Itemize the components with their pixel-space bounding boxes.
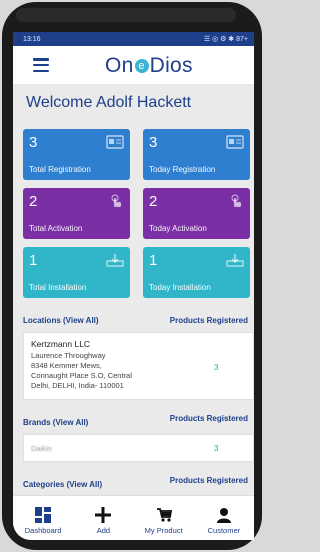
location-address-line: Delhi, DELHI, India- 110001 [31, 381, 124, 390]
brand-card[interactable]: Daikin 3 [23, 434, 254, 462]
user-icon [216, 508, 231, 523]
tab-my-product[interactable]: My Product [134, 496, 194, 540]
card-label: Total Activation [29, 224, 83, 233]
brands-products-registered-label: Products Registered [169, 414, 248, 423]
card-today-installation[interactable]: 1 Today Installation [143, 247, 250, 298]
location-card[interactable]: Kertzmann LLC Laurence Throughway 8348 K… [23, 332, 254, 400]
welcome-heading: Welcome Adolf Hackett [26, 94, 192, 111]
phone-frame: 13:16 ☰ ◎ ⚙ ✱ 87+ On e Dios Welcome Adolf … [2, 2, 262, 550]
card-value: 2 [149, 193, 158, 210]
tab-dashboard[interactable]: Dashboard [13, 496, 73, 540]
download-icon [226, 254, 244, 267]
location-address-line: 8348 Kemmer Mews, [31, 361, 102, 370]
tab-customer[interactable]: Customer [194, 496, 254, 540]
locations-view-all-link[interactable]: Locations (View All) [23, 316, 99, 325]
cart-icon [156, 508, 172, 522]
card-total-registration[interactable]: 3 Total Registration [23, 129, 130, 180]
status-time: 13:16 [23, 35, 41, 43]
tab-label: My Product [144, 526, 183, 535]
categories-view-all-link[interactable]: Categories (View All) [23, 480, 102, 489]
location-address-line: Laurence Throughway [31, 351, 106, 360]
card-value: 1 [29, 252, 38, 269]
tap-icon [231, 194, 241, 207]
card-value: 2 [29, 193, 38, 210]
locations-products-registered-label: Products Registered [169, 316, 248, 325]
card-label: Today Registration [149, 165, 216, 174]
app-header: On e Dios [13, 46, 254, 85]
card-total-installation[interactable]: 1 Total Installation [23, 247, 130, 298]
dashboard-icon [35, 507, 52, 523]
tap-icon [111, 194, 121, 207]
card-value: 1 [149, 252, 158, 269]
brands-view-all-link[interactable]: Brands (View All) [23, 418, 88, 427]
tab-label: Customer [207, 526, 241, 535]
card-label: Today Installation [149, 283, 211, 292]
card-total-activation[interactable]: 2 Total Activation [23, 188, 130, 239]
tab-add[interactable]: Add [73, 496, 133, 540]
card-value: 3 [149, 134, 158, 151]
status-bar: 13:16 ☰ ◎ ⚙ ✱ 87+ [13, 32, 254, 46]
card-today-activation[interactable]: 2 Today Activation [143, 188, 250, 239]
categories-products-registered-label: Products Registered [169, 476, 248, 485]
plus-icon [95, 507, 112, 523]
tab-label: Add [96, 526, 111, 535]
tab-label: Dashboard [24, 526, 62, 535]
bottom-tab-bar: Dashboard Add My Product Customer [13, 495, 254, 540]
status-icons: ☰ ◎ ⚙ ✱ 87+ [203, 36, 248, 43]
location-product-count: 3 [214, 363, 219, 372]
card-value: 3 [29, 134, 38, 151]
id-card-icon [106, 135, 124, 149]
app-screen: 13:16 ☰ ◎ ⚙ ✱ 87+ On e Dios Welcome Adolf … [13, 32, 254, 540]
hamburger-menu-icon[interactable] [33, 58, 49, 72]
card-label: Total Registration [29, 165, 91, 174]
app-logo: On e Dios [105, 54, 193, 77]
phone-top-bezel [16, 8, 236, 22]
location-name: Kertzmann LLC [31, 339, 91, 349]
download-icon [106, 254, 124, 267]
id-card-icon [226, 135, 244, 149]
card-today-registration[interactable]: 3 Today Registration [143, 129, 250, 180]
location-address-line: Connaught Place S.O, Central [31, 371, 132, 380]
brand-name: Daikin [31, 444, 52, 453]
card-label: Today Activation [149, 224, 207, 233]
card-label: Total Installation [29, 283, 87, 292]
brand-product-count: 3 [214, 444, 219, 453]
